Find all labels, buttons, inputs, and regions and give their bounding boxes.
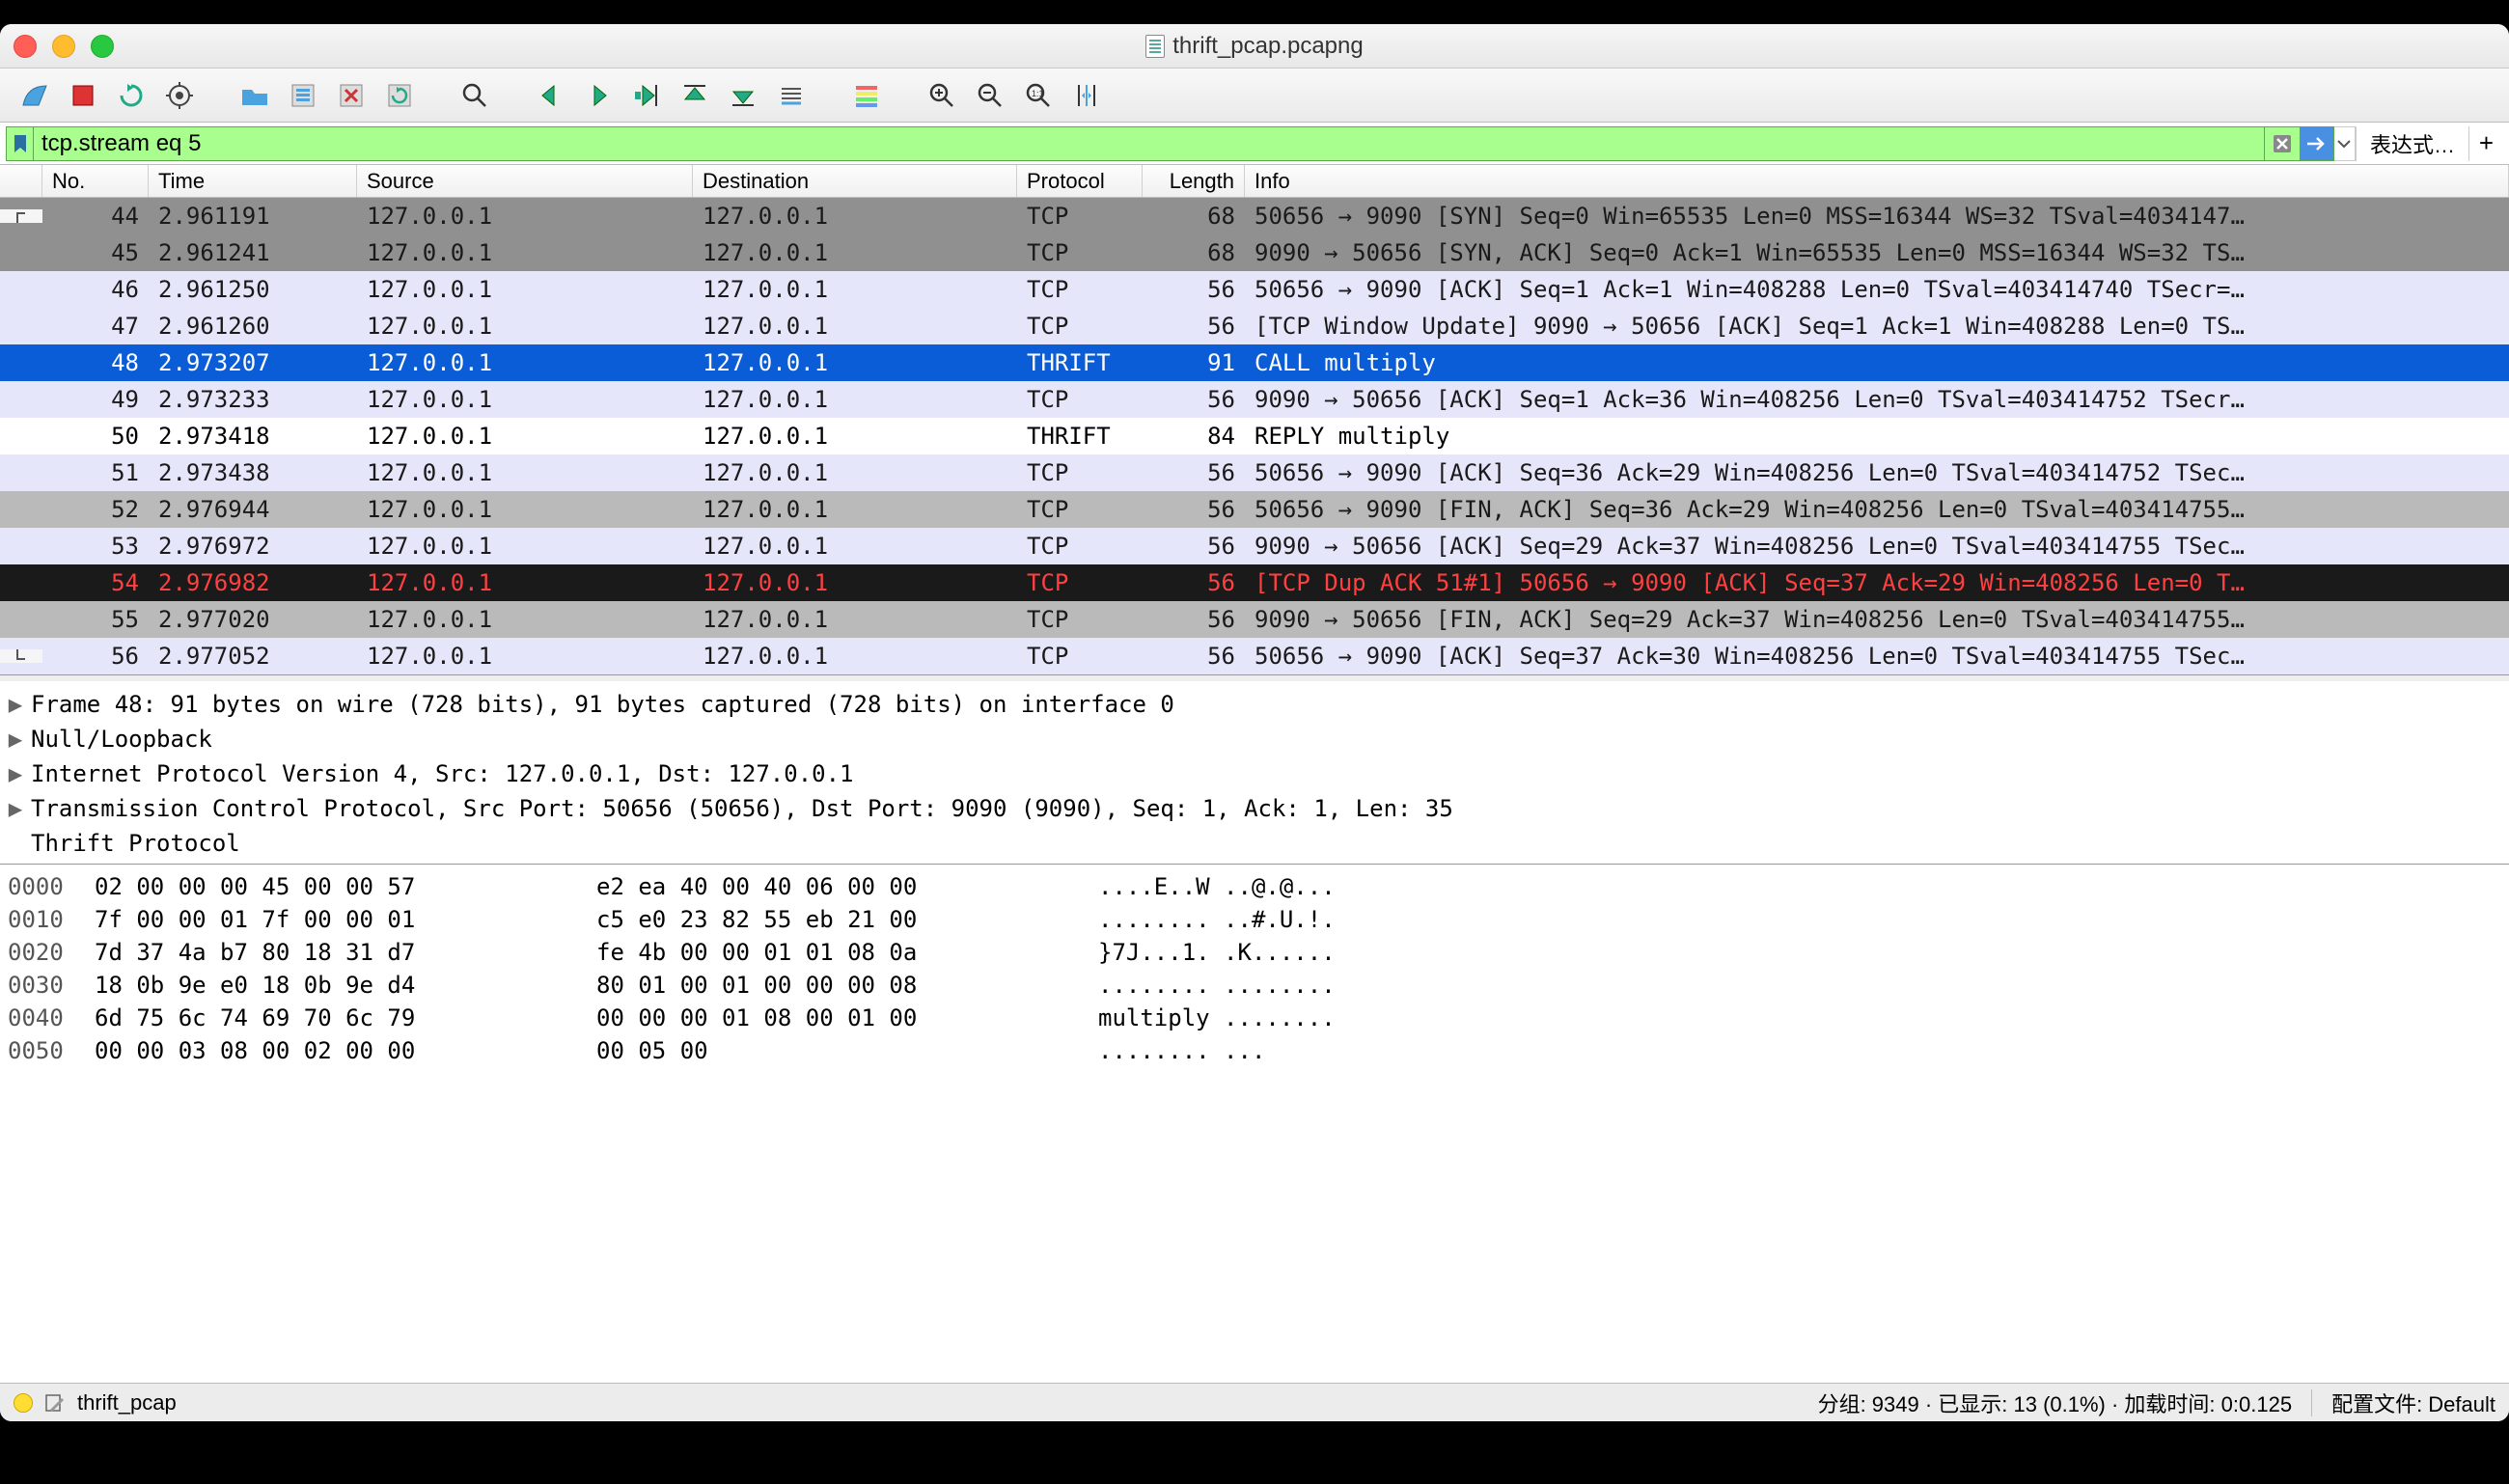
packet-row[interactable]: 482.973207127.0.0.1127.0.0.1THRIFT91CALL… (0, 344, 2509, 381)
packet-row[interactable]: 502.973418127.0.0.1127.0.0.1THRIFT84REPL… (0, 418, 2509, 454)
status-profile[interactable]: 配置文件: Default (2331, 1388, 2495, 1418)
goto-packet-button[interactable] (625, 76, 668, 115)
find-packet-button[interactable] (454, 76, 496, 115)
packet-row[interactable]: 562.977052127.0.0.1127.0.0.1TCP5650656 →… (0, 638, 2509, 674)
column-length[interactable]: Length (1143, 165, 1245, 197)
window-title: thrift_pcap.pcapng (0, 33, 2509, 60)
filter-history-button[interactable] (2334, 126, 2356, 161)
shark-fin-icon[interactable] (14, 76, 56, 115)
hex-row[interactable]: 005000 00 03 08 00 02 00 0000 05 00.....… (8, 1034, 2501, 1067)
column-no[interactable]: No. (42, 165, 149, 197)
packet-row[interactable]: 532.976972127.0.0.1127.0.0.1TCP569090 → … (0, 528, 2509, 564)
filter-expression-button[interactable]: 表达式… (2356, 126, 2468, 161)
status-file: thrift_pcap (77, 1390, 177, 1415)
status-packets: 分组: 9349 · 已显示: 13 (0.1%) · 加载时间: 0:0.12… (1818, 1388, 2293, 1418)
open-file-button[interactable] (234, 76, 276, 115)
reload-file-button[interactable] (378, 76, 421, 115)
packet-row[interactable]: 512.973438127.0.0.1127.0.0.1TCP5650656 →… (0, 454, 2509, 491)
filter-apply-button[interactable] (2300, 126, 2334, 161)
packet-row[interactable]: 552.977020127.0.0.1127.0.0.1TCP569090 → … (0, 601, 2509, 638)
tree-item[interactable]: ▶Transmission Control Protocol, Src Port… (8, 791, 2501, 826)
restart-capture-button[interactable] (110, 76, 152, 115)
main-toolbar: 1:1 (0, 69, 2509, 123)
app-window: thrift_pcap.pcapng (0, 24, 2509, 1421)
colorize-button[interactable] (845, 76, 888, 115)
zoom-in-button[interactable] (921, 76, 963, 115)
hex-row[interactable]: 000002 00 00 00 45 00 00 57e2 ea 40 00 4… (8, 870, 2501, 903)
capture-options-button[interactable] (158, 76, 201, 115)
column-info[interactable]: Info (1245, 165, 2509, 197)
edit-comment-icon[interactable] (44, 1392, 66, 1414)
stop-capture-button[interactable] (62, 76, 104, 115)
column-destination[interactable]: Destination (693, 165, 1017, 197)
packet-row[interactable]: 452.961241127.0.0.1127.0.0.1TCP689090 → … (0, 234, 2509, 271)
filter-add-button[interactable]: + (2468, 126, 2503, 161)
packet-list-pane: No. Time Source Destination Protocol Len… (0, 165, 2509, 675)
packet-row[interactable]: 442.961191127.0.0.1127.0.0.1TCP6850656 →… (0, 198, 2509, 234)
go-back-button[interactable] (529, 76, 571, 115)
packet-row[interactable]: 462.961250127.0.0.1127.0.0.1TCP5650656 →… (0, 271, 2509, 308)
hex-row[interactable]: 00107f 00 00 01 7f 00 00 01c5 e0 23 82 5… (8, 903, 2501, 936)
packet-row[interactable]: 542.976982127.0.0.1127.0.0.1TCP56[TCP Du… (0, 564, 2509, 601)
column-time[interactable]: Time (149, 165, 357, 197)
goto-first-button[interactable] (674, 76, 716, 115)
save-file-button[interactable] (282, 76, 324, 115)
svg-text:1:1: 1:1 (1032, 89, 1044, 98)
packet-details-pane[interactable]: ▶Frame 48: 91 bytes on wire (728 bits), … (0, 675, 2509, 865)
packet-bytes-pane[interactable]: 000002 00 00 00 45 00 00 57e2 ea 40 00 4… (0, 865, 2509, 1383)
goto-last-button[interactable] (722, 76, 764, 115)
zoom-out-button[interactable] (969, 76, 1011, 115)
packet-row[interactable]: 492.973233127.0.0.1127.0.0.1TCP569090 → … (0, 381, 2509, 418)
filter-bar: 表达式… + (0, 123, 2509, 165)
status-bar: thrift_pcap 分组: 9349 · 已显示: 13 (0.1%) · … (0, 1383, 2509, 1421)
close-file-button[interactable] (330, 76, 372, 115)
packet-list-header[interactable]: No. Time Source Destination Protocol Len… (0, 165, 2509, 198)
tree-item[interactable]: Thrift Protocol (8, 826, 2501, 861)
tree-item[interactable]: ▶Internet Protocol Version 4, Src: 127.0… (8, 756, 2501, 791)
hex-row[interactable]: 00207d 37 4a b7 80 18 31 d7fe 4b 00 00 0… (8, 936, 2501, 969)
auto-scroll-button[interactable] (770, 76, 813, 115)
titlebar: thrift_pcap.pcapng (0, 24, 2509, 69)
expert-info-led-icon[interactable] (14, 1393, 33, 1413)
column-source[interactable]: Source (357, 165, 693, 197)
resize-columns-button[interactable] (1065, 76, 1108, 115)
column-protocol[interactable]: Protocol (1017, 165, 1143, 197)
hex-row[interactable]: 00406d 75 6c 74 69 70 6c 7900 00 00 01 0… (8, 1002, 2501, 1034)
filter-bookmark-button[interactable] (6, 126, 33, 161)
filter-clear-button[interactable] (2265, 126, 2300, 161)
go-forward-button[interactable] (577, 76, 620, 115)
packet-row[interactable]: 472.961260127.0.0.1127.0.0.1TCP56[TCP Wi… (0, 308, 2509, 344)
tree-item[interactable]: ▶Null/Loopback (8, 722, 2501, 756)
hex-row[interactable]: 003018 0b 9e e0 18 0b 9e d480 01 00 01 0… (8, 969, 2501, 1002)
tree-item[interactable]: ▶Frame 48: 91 bytes on wire (728 bits), … (8, 687, 2501, 722)
zoom-reset-button[interactable]: 1:1 (1017, 76, 1060, 115)
window-title-text: thrift_pcap.pcapng (1172, 33, 1363, 60)
packet-row[interactable]: 522.976944127.0.0.1127.0.0.1TCP5650656 →… (0, 491, 2509, 528)
display-filter-input[interactable] (33, 126, 2265, 161)
document-icon (1145, 35, 1165, 58)
